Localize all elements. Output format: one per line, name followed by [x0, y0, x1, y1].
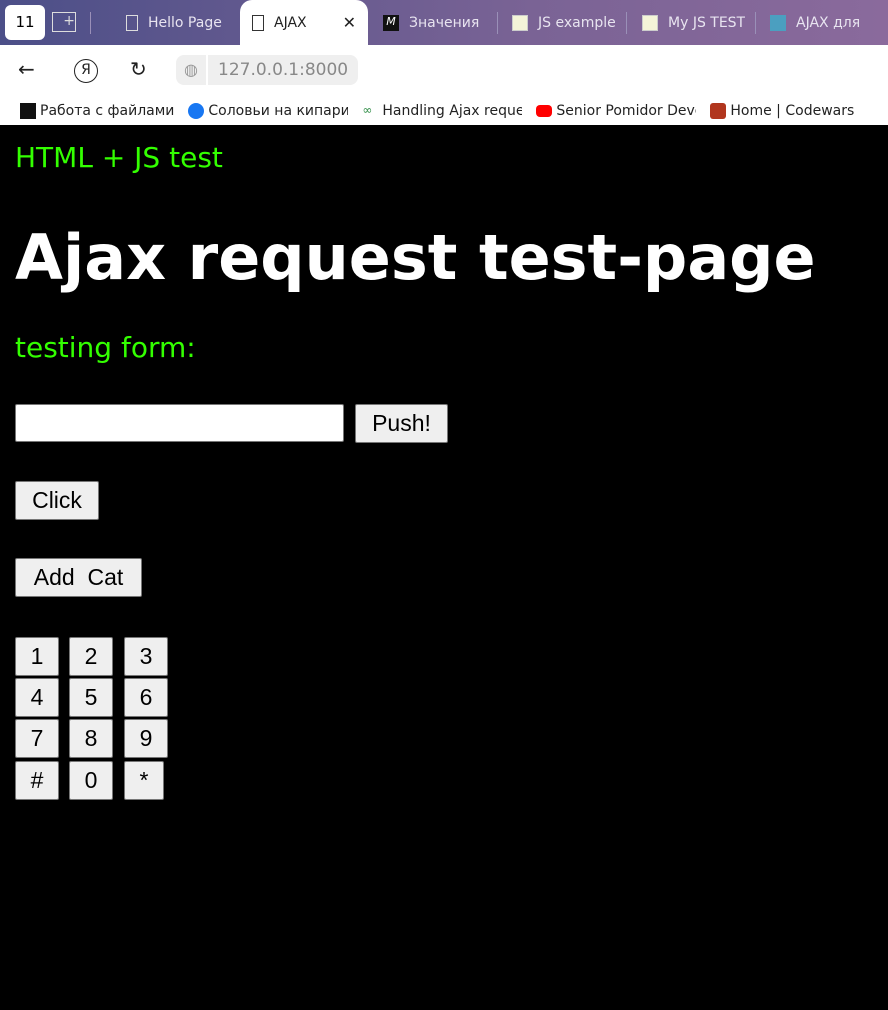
page-icon	[252, 14, 264, 31]
reload-icon[interactable]: ↻	[130, 57, 147, 81]
page-icon	[126, 15, 138, 31]
tab-my-js-test[interactable]: My JS TEST	[642, 8, 745, 38]
page-content: HTML + JS test Ajax request test-page te…	[0, 125, 888, 1010]
keypad-button-8[interactable]: 8	[69, 719, 113, 758]
keypad-button-6[interactable]: 6	[124, 678, 168, 717]
m-logo-icon	[20, 103, 36, 119]
add-cat-button[interactable]: Add Cat	[15, 558, 142, 597]
bookmark-handling-ajax[interactable]: ∞Handling Ajax requests	[362, 103, 522, 119]
new-tab-folder-icon[interactable]: +	[52, 12, 76, 32]
facebook-icon	[188, 103, 205, 119]
page-header: HTML + JS test	[15, 141, 223, 174]
youtube-icon	[536, 105, 553, 117]
bookmark-rabota[interactable]: Работа с файлами	[20, 103, 174, 119]
bookmarks-bar: Работа с файлами Соловьи на кипарисах ∞H…	[0, 97, 888, 125]
address-bar[interactable]: 127.0.0.1:8000	[208, 55, 359, 85]
keypad-button-0[interactable]: 0	[69, 761, 113, 800]
page-title: Ajax request test-page	[15, 221, 816, 294]
tab-bar: 11 + Hello Page AJAX ✕ M Значения JS examp…	[0, 0, 888, 45]
close-tab-icon[interactable]: ✕	[343, 13, 356, 32]
keypad-button-3[interactable]: 3	[124, 637, 168, 676]
bookmark-codewars[interactable]: Home | Codewars	[710, 103, 854, 119]
tab-ajax-dlya[interactable]: AJAX для	[770, 8, 870, 38]
bookmark-solovi[interactable]: Соловьи на кипарисах	[188, 103, 348, 119]
keypad-button-9[interactable]: 9	[124, 719, 168, 758]
keypad-button-2[interactable]: 2	[69, 637, 113, 676]
keypad-button-1[interactable]: 1	[15, 637, 59, 676]
notepad-icon	[642, 15, 658, 31]
click-button[interactable]: Click	[15, 481, 99, 520]
yandex-icon[interactable]: Я	[74, 59, 98, 83]
form-label: testing form:	[15, 331, 196, 364]
keypad-button-star[interactable]: *	[124, 761, 164, 800]
keypad-button-4[interactable]: 4	[15, 678, 59, 717]
keypad-button-7[interactable]: 7	[15, 719, 59, 758]
keypad-button-hash[interactable]: #	[15, 761, 59, 800]
tab-znacheniya[interactable]: M Значения	[383, 8, 487, 38]
m-logo-icon: M	[383, 15, 399, 31]
notepad-icon	[512, 15, 528, 31]
tab-counter-button[interactable]: 11	[5, 5, 45, 40]
push-button[interactable]: Push!	[355, 404, 448, 443]
back-icon[interactable]: ←	[18, 57, 35, 81]
tab-hello-page[interactable]: Hello Page	[126, 8, 226, 38]
bookmark-senior-pomidor[interactable]: Senior Pomidor Developer	[536, 103, 696, 119]
tab-ajax[interactable]: AJAX ✕	[240, 0, 368, 45]
globe-icon[interactable]: ◍	[176, 55, 206, 85]
toolbar: ← Я ↻ ◍ 127.0.0.1:8000	[0, 45, 888, 97]
tab-js-example[interactable]: JS example	[512, 8, 616, 38]
keypad-button-5[interactable]: 5	[69, 678, 113, 717]
splat-icon	[770, 15, 786, 31]
codewars-icon	[710, 103, 727, 119]
geeks-icon: ∞	[362, 103, 373, 117]
text-input[interactable]	[15, 404, 344, 442]
